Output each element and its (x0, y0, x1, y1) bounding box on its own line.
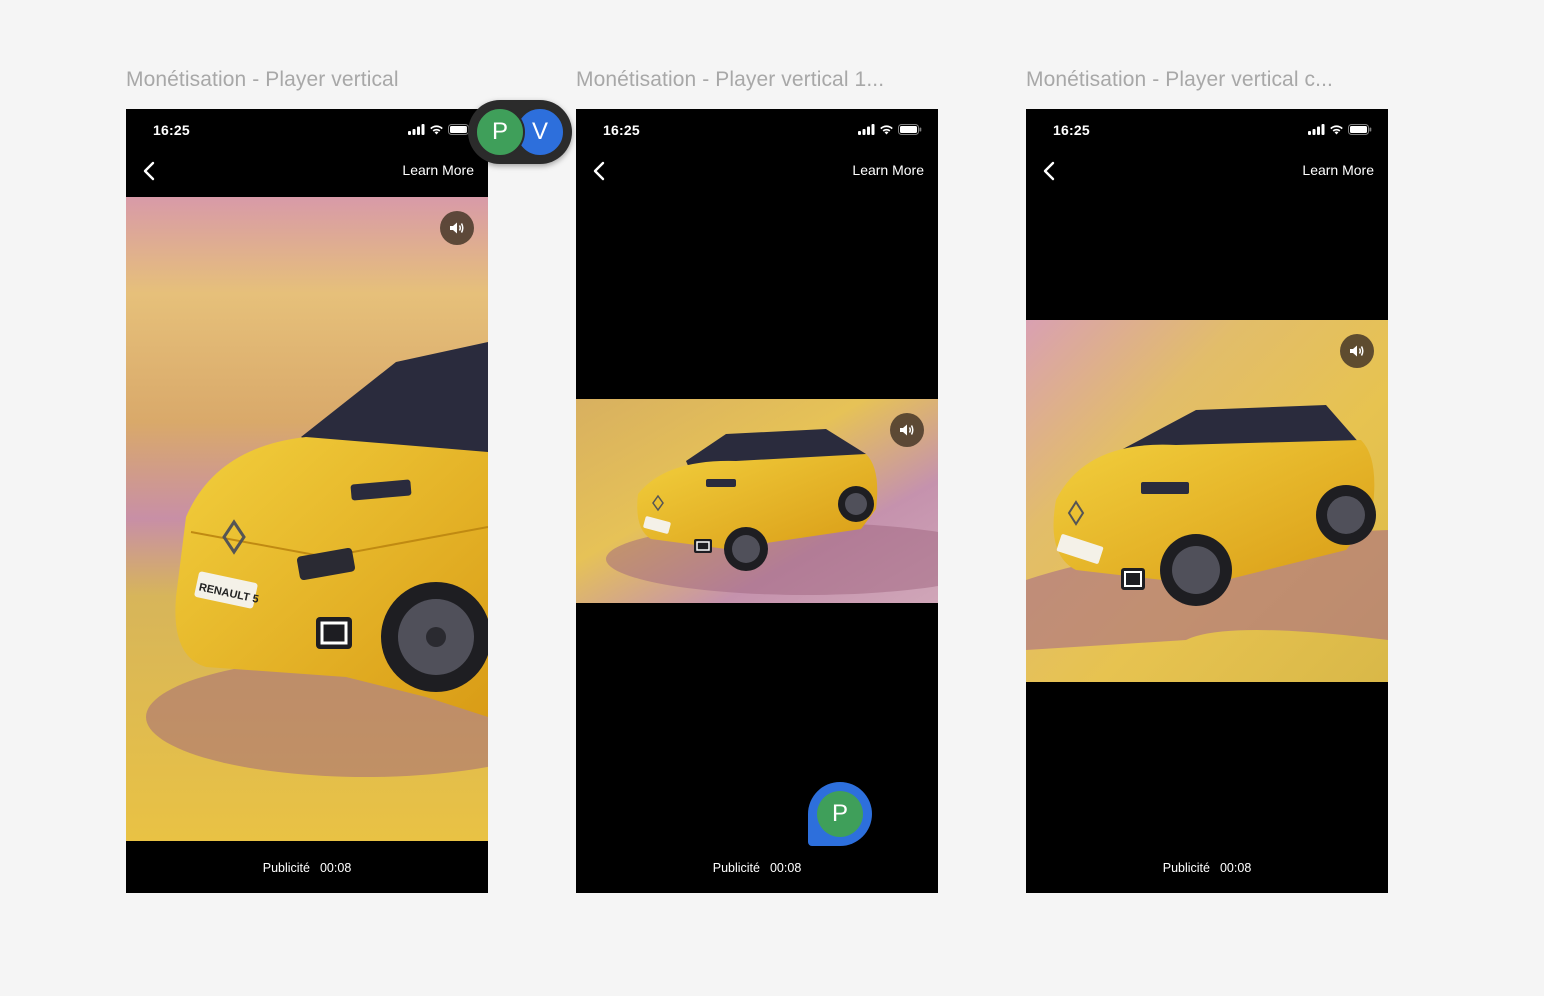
speaker-icon (450, 222, 464, 234)
speaker-icon (900, 424, 914, 436)
status-icons (1308, 124, 1372, 135)
signal-icon (1308, 124, 1325, 135)
ad-footer: Publicité 00:08 (126, 861, 488, 875)
back-chevron-icon[interactable] (1040, 159, 1060, 183)
ad-video-media[interactable]: RENAULT 5 (126, 197, 488, 841)
phone-frame-2[interactable]: 16:25 Learn More Publicité 00:08 (576, 109, 938, 893)
learn-more-link[interactable]: Learn More (852, 162, 924, 178)
comment-pin[interactable]: P (808, 782, 872, 846)
learn-more-link[interactable]: Learn More (1302, 162, 1374, 178)
sound-toggle-button[interactable] (1340, 334, 1374, 368)
learn-more-link[interactable]: Learn More (402, 162, 474, 178)
battery-icon (898, 124, 922, 135)
back-chevron-icon[interactable] (140, 159, 160, 183)
ad-timer: 00:08 (1219, 861, 1252, 875)
ad-video-media[interactable] (1026, 320, 1388, 682)
collaborator-avatar-group[interactable]: P V (468, 100, 572, 164)
signal-icon (858, 124, 875, 135)
speaker-icon (1350, 345, 1364, 357)
battery-icon (1348, 124, 1372, 135)
status-time: 16:25 (603, 122, 640, 138)
wifi-icon (1330, 125, 1343, 135)
ad-footer: Publicité 00:08 (1026, 861, 1388, 875)
ad-video-media[interactable] (576, 399, 938, 603)
frame-title-1[interactable]: Monétisation - Player vertical (126, 68, 399, 92)
ad-timer: 00:08 (769, 861, 802, 875)
avatar-p[interactable]: P (475, 107, 525, 157)
phone-frame-3[interactable]: 16:25 Learn More Publicité 00:08 (1026, 109, 1388, 893)
comment-pin-avatar: P (817, 791, 863, 837)
ad-footer: Publicité 00:08 (576, 861, 938, 875)
phone-frame-1[interactable]: 16:25 Learn More RENAULT 5 Publicité 00:… (126, 109, 488, 893)
car-ad-image (576, 399, 938, 603)
sound-toggle-button[interactable] (890, 413, 924, 447)
car-ad-image (1026, 320, 1388, 682)
ad-label: Publicité (712, 861, 760, 875)
sound-toggle-button[interactable] (440, 211, 474, 245)
wifi-icon (880, 125, 893, 135)
status-icons (858, 124, 922, 135)
back-chevron-icon[interactable] (590, 159, 610, 183)
design-canvas: Monétisation - Player vertical Monétisat… (0, 0, 1544, 996)
ad-label: Publicité (262, 861, 310, 875)
signal-icon (408, 124, 425, 135)
car-ad-image: RENAULT 5 (126, 197, 488, 841)
status-icons (408, 124, 472, 135)
ad-label: Publicité (1162, 861, 1210, 875)
frame-title-3[interactable]: Monétisation - Player vertical c... (1026, 68, 1333, 92)
ad-timer: 00:08 (319, 861, 352, 875)
status-time: 16:25 (153, 122, 190, 138)
frame-title-2[interactable]: Monétisation - Player vertical 1... (576, 68, 884, 92)
wifi-icon (430, 125, 443, 135)
status-time: 16:25 (1053, 122, 1090, 138)
